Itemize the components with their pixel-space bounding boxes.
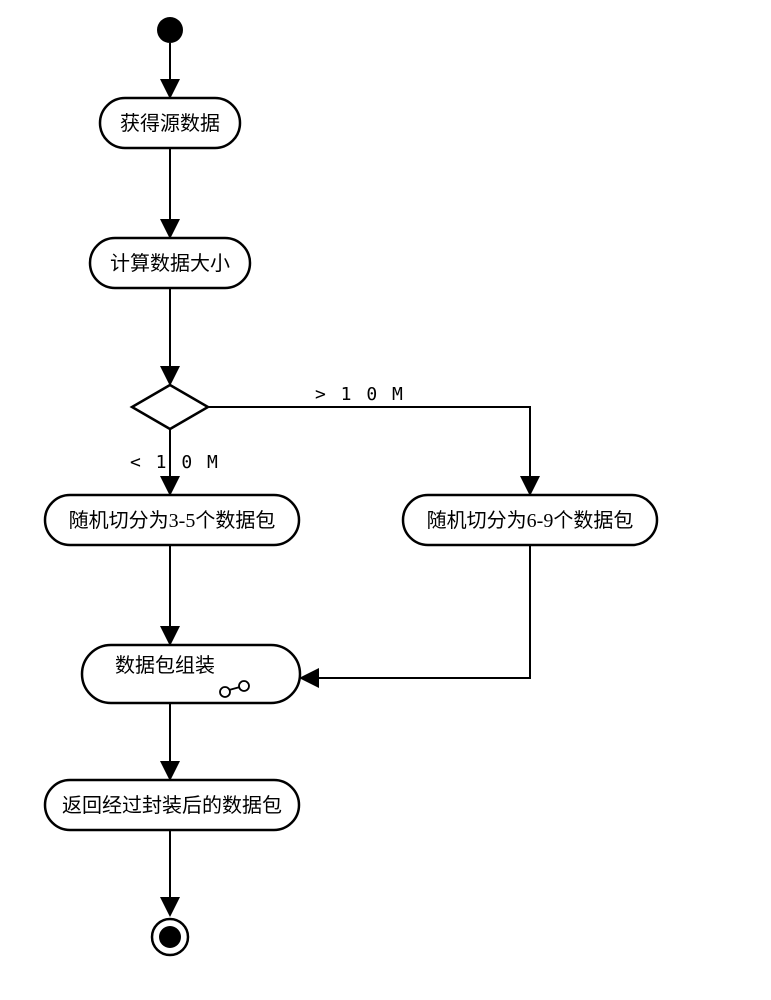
link-icon (220, 681, 249, 697)
activity-split-6-9: 随机切分为6-9个数据包 (403, 495, 657, 545)
activity-label: 数据包组装 (115, 654, 215, 677)
activity-get-source-data: 获得源数据 (100, 98, 240, 148)
edge-label-lt10: < 1 0 M (130, 452, 220, 473)
activity-label: 随机切分为3-5个数据包 (69, 509, 276, 532)
edge-decision-n4 (208, 407, 530, 494)
activity-label: 返回经过封装后的数据包 (62, 794, 282, 817)
flow-start-node (157, 17, 183, 43)
activity-label: 获得源数据 (120, 112, 220, 135)
activity-calc-size: 计算数据大小 (90, 238, 250, 288)
activity-return-packaged: 返回经过封装后的数据包 (45, 780, 299, 830)
activity-assemble: 数据包组装 (82, 645, 300, 703)
edge-n4-n5 (301, 545, 530, 678)
edge-label-gt10: > 1 0 M (315, 384, 405, 405)
activity-label: 随机切分为6-9个数据包 (427, 509, 634, 532)
activity-label: 计算数据大小 (110, 252, 230, 275)
decision-node (132, 385, 208, 429)
flow-end-node (152, 919, 188, 955)
activity-split-3-5: 随机切分为3-5个数据包 (45, 495, 299, 545)
